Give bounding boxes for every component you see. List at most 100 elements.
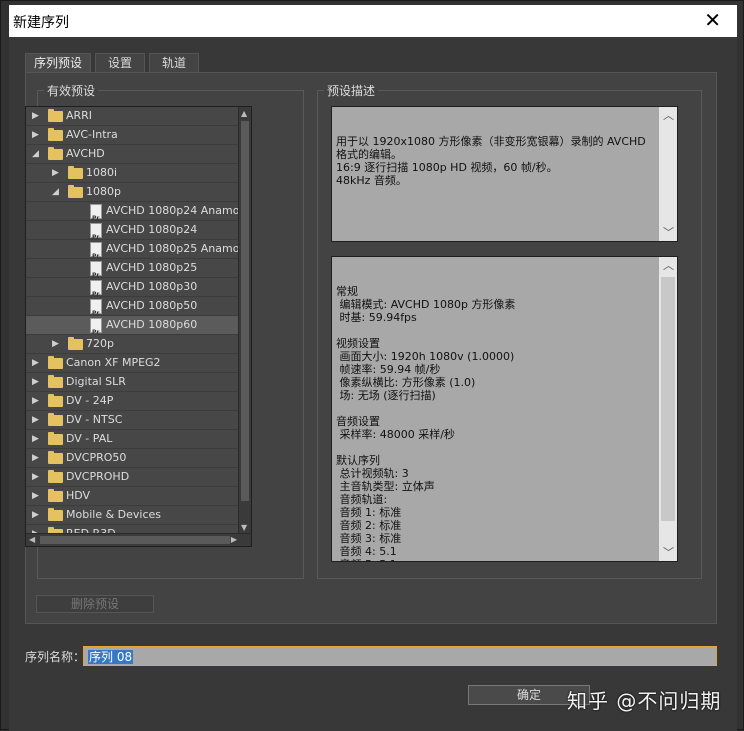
preset-description-text: 用于以 1920x1080 方形像素（非变形宽银幕）录制的 AVCHD 格式的编…: [336, 135, 646, 187]
details-scrollbar[interactable]: ︿ ﹀: [659, 257, 677, 561]
triangle-right-icon[interactable]: ▶: [32, 392, 39, 410]
triangle-right-icon[interactable]: ▶: [32, 107, 39, 125]
tree-item[interactable]: ◢ 1080p: [26, 183, 251, 202]
tree-item-label: 1080p: [86, 185, 121, 198]
folder-icon: [68, 185, 83, 198]
tree-item[interactable]: AVCHD 1080p30: [26, 278, 251, 304]
triangle-right-icon[interactable]: ▶: [32, 506, 39, 524]
tree-item[interactable]: ▶ DV - PAL: [26, 430, 251, 449]
preset-file-icon: [90, 318, 102, 342]
tree-item-label: AVCHD 1080p30: [106, 280, 198, 293]
triangle-right-icon[interactable]: ▶: [32, 468, 39, 486]
details-scroll-thumb[interactable]: [661, 277, 675, 521]
tab-settings[interactable]: 设置: [95, 53, 145, 72]
tree-item-label: 1080i: [86, 166, 118, 179]
tree-item[interactable]: ▶ ARRI: [26, 107, 251, 126]
tree-item[interactable]: ▶ AVC-Intra: [26, 126, 251, 145]
tree-item-label: AVCHD 1080p60: [106, 318, 198, 331]
tree-item-label: AVCHD 1080p24: [106, 223, 198, 236]
scroll-up-icon[interactable]: ︿: [663, 259, 674, 272]
tab-tracks[interactable]: 轨道: [149, 53, 199, 72]
tree-item-label: AVC-Intra: [66, 128, 118, 141]
scroll-down-icon[interactable]: ﹀: [663, 226, 674, 239]
tree-item[interactable]: AVCHD 1080p25: [26, 259, 251, 285]
folder-icon: [48, 508, 63, 521]
triangle-right-icon[interactable]: ▶: [32, 126, 39, 144]
scroll-right-icon[interactable]: ▶: [231, 535, 237, 544]
sequence-name-input[interactable]: 序列 08: [83, 646, 717, 666]
delete-preset-button[interactable]: 删除预设: [36, 595, 154, 613]
folder-icon: [48, 489, 63, 502]
tree-vertical-scrollbar[interactable]: ▲ ▼: [238, 107, 251, 546]
tree-item[interactable]: AVCHD 1080p60: [26, 316, 251, 342]
triangle-right-icon[interactable]: ▶: [52, 164, 59, 182]
folder-icon: [48, 375, 63, 388]
preset-tree[interactable]: ▶ ARRI ▶ AVC-Intra ◢ AVCHD ▶ 1080i ◢ 1080p AVCHD 1…: [25, 106, 252, 547]
sequence-name-label: 序列名称：: [25, 650, 86, 664]
folder-icon: [48, 109, 63, 122]
triangle-down-icon[interactable]: ◢: [32, 145, 39, 163]
tree-item[interactable]: ▶ 720p: [26, 335, 251, 354]
tree-item[interactable]: ▶ Mobile & Devices: [26, 506, 251, 525]
scroll-down-icon[interactable]: ﹀: [663, 546, 674, 559]
preset-details-text: 常规 编辑模式: AVCHD 1080p 方形像素 时基: 59.94fps 视…: [336, 285, 516, 561]
scroll-up-icon[interactable]: ▲: [241, 109, 247, 118]
tree-hscroll-thumb[interactable]: [40, 536, 230, 544]
new-sequence-dialog: 新建序列 ✕ 序列预设 设置 轨道 有效预设 预设描述 ▶ ARRI ▶ AVC-In…: [0, 0, 744, 731]
triangle-right-icon[interactable]: ▶: [52, 335, 59, 353]
scroll-left-icon[interactable]: ◀: [29, 535, 35, 544]
folder-icon: [68, 337, 83, 350]
tree-item[interactable]: ▶ DV - 24P: [26, 392, 251, 411]
triangle-right-icon[interactable]: ▶: [32, 449, 39, 467]
tree-item[interactable]: ▶ DVCPROHD: [26, 468, 251, 487]
tree-item[interactable]: AVCHD 1080p24 Anamorphic: [26, 202, 252, 228]
folder-icon: [48, 413, 63, 426]
folder-icon: [48, 147, 63, 160]
tree-item[interactable]: ▶ DV - NTSC: [26, 411, 251, 430]
tree-item-label: AVCHD: [66, 147, 105, 160]
triangle-right-icon[interactable]: ▶: [32, 430, 39, 448]
tree-item-label: DV - PAL: [66, 432, 113, 445]
tab-sequence-presets[interactable]: 序列预设: [25, 53, 91, 72]
tree-item[interactable]: ▶ Canon XF MPEG2: [26, 354, 251, 373]
triangle-right-icon[interactable]: ▶: [32, 487, 39, 505]
preset-details-box: 常规 编辑模式: AVCHD 1080p 方形像素 时基: 59.94fps 视…: [331, 256, 678, 562]
triangle-right-icon[interactable]: ▶: [32, 373, 39, 391]
tree-item[interactable]: ▶ Digital SLR: [26, 373, 251, 392]
sequence-name-value: 序列 08: [88, 650, 134, 664]
close-icon[interactable]: ✕: [704, 8, 721, 32]
tree-item-label: Digital SLR: [66, 375, 126, 388]
preset-description-box: 用于以 1920x1080 方形像素（非变形宽银幕）录制的 AVCHD 格式的编…: [331, 106, 678, 242]
tree-item-label: Mobile & Devices: [66, 508, 162, 521]
tree-item-label: DVCPRO50: [66, 451, 127, 464]
tree-horizontal-scrollbar[interactable]: ◀ ▶: [26, 533, 251, 546]
folder-icon: [48, 432, 63, 445]
folder-icon: [48, 394, 63, 407]
folder-icon: [48, 451, 63, 464]
tree-item-label: AVCHD 1080p25: [106, 261, 198, 274]
tree-item-label: Canon XF MPEG2: [66, 356, 161, 369]
triangle-right-icon[interactable]: ▶: [32, 354, 39, 372]
preset-description-label: 预设描述: [324, 82, 379, 99]
tree-item[interactable]: ▶ 1080i: [26, 164, 251, 183]
tree-item-label: DV - 24P: [66, 394, 114, 407]
tree-item[interactable]: ▶ HDV: [26, 487, 251, 506]
scroll-up-icon[interactable]: ︿: [663, 109, 674, 122]
tree-scroll-thumb[interactable]: [241, 121, 249, 501]
triangle-right-icon[interactable]: ▶: [32, 411, 39, 429]
tree-item[interactable]: ◢ AVCHD: [26, 145, 251, 164]
tree-item[interactable]: AVCHD 1080p50: [26, 297, 251, 323]
tree-item[interactable]: AVCHD 1080p24: [26, 221, 251, 247]
scroll-down-icon[interactable]: ▼: [241, 523, 247, 532]
watermark: 知乎 @不问归期: [567, 689, 722, 713]
dialog-title: 新建序列: [13, 15, 69, 31]
tree-item[interactable]: AVCHD 1080p25 Anamorphic: [26, 240, 251, 266]
tree-item-label: AVCHD 1080p24 Anamorphic: [106, 204, 252, 217]
preset-file-icon: [90, 204, 102, 228]
tree-item[interactable]: ▶ DVCPRO50: [26, 449, 251, 468]
folder-icon: [48, 356, 63, 369]
description-scrollbar[interactable]: ︿ ﹀: [659, 107, 677, 241]
tree-item-label: HDV: [66, 489, 91, 502]
triangle-down-icon[interactable]: ◢: [52, 183, 59, 201]
preset-file-icon: [90, 280, 102, 304]
